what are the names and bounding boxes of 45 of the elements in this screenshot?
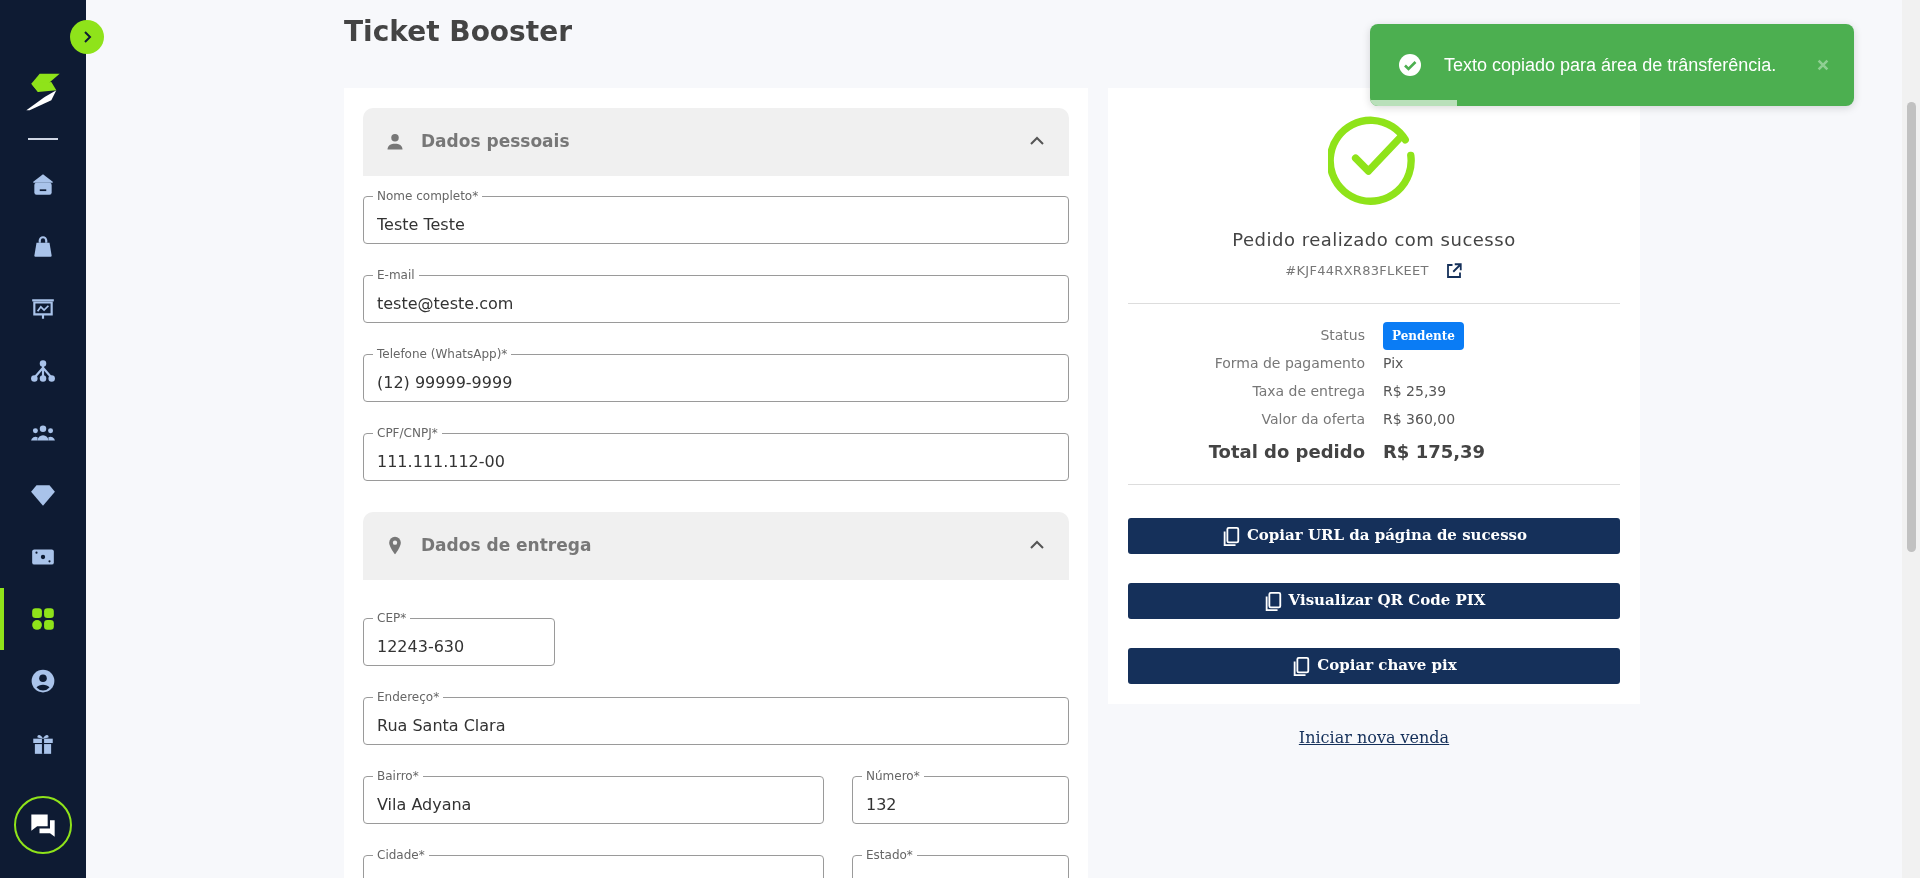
field-label: Endereço*	[373, 690, 444, 704]
close-icon	[1816, 58, 1830, 72]
detail-value: R$ 25,39	[1383, 382, 1447, 401]
chat-button[interactable]	[14, 796, 72, 854]
diamond-icon	[30, 482, 56, 508]
external-link-icon	[1444, 261, 1463, 280]
section-header[interactable]: Dados de entrega	[363, 512, 1069, 580]
network-icon	[30, 358, 56, 384]
section-header[interactable]: Dados pessoais	[363, 108, 1069, 176]
page-title: Ticket Booster	[344, 14, 573, 50]
copy-button[interactable]: Copiar URL da página de sucesso	[1128, 517, 1620, 554]
status-badge: Pendente	[1383, 321, 1464, 350]
toast-message: Texto copiado para área de trânsferência.	[1444, 53, 1778, 77]
house-icon	[30, 172, 56, 198]
detail-label: Taxa de entrega	[1251, 382, 1365, 401]
copy-button[interactable]: Copiar chave pix	[1128, 647, 1620, 684]
expand-sidebar-button[interactable]	[70, 20, 104, 54]
person-icon	[385, 132, 405, 152]
field-label: Nome completo*	[373, 189, 483, 203]
field-label: Número*	[862, 769, 924, 783]
field-label: Telefone (WhatsApp)*	[373, 347, 512, 361]
user-circle-icon	[30, 668, 56, 694]
order-code: #KJF44RXR83FLKEET	[1285, 262, 1429, 280]
detail-label: Total do pedido	[1207, 440, 1365, 464]
new-sale-link[interactable]: Iniciar nova venda	[1298, 725, 1450, 750]
check-circle-icon	[1398, 53, 1422, 77]
detail-value: R$ 360,00	[1383, 410, 1456, 429]
detail-value: R$ 175,39	[1383, 440, 1486, 464]
field-label: E-mail	[373, 268, 419, 282]
field-label: Bairro*	[373, 769, 423, 783]
presentation-chart-icon	[30, 296, 56, 322]
order-success-title: Pedido realizado com sucesso	[1231, 228, 1517, 252]
open-link-button[interactable]	[1444, 261, 1463, 280]
grid-icon	[30, 606, 56, 632]
field-label: CPF/CNPJ*	[373, 426, 442, 440]
field-label: CEP*	[373, 611, 411, 625]
field-label: Cidade*	[373, 848, 429, 862]
field-label: Estado*	[862, 848, 917, 862]
detail-label: Valor da oferta	[1260, 410, 1365, 429]
copy-icon	[1291, 655, 1312, 676]
scrollbar[interactable]	[1902, 0, 1920, 878]
detail-value: Pix	[1383, 354, 1404, 373]
detail-label: Forma de pagamento	[1213, 354, 1365, 373]
detail-label: Status	[1319, 326, 1365, 345]
copy-button[interactable]: Visualizar QR Code PIX	[1128, 582, 1620, 619]
